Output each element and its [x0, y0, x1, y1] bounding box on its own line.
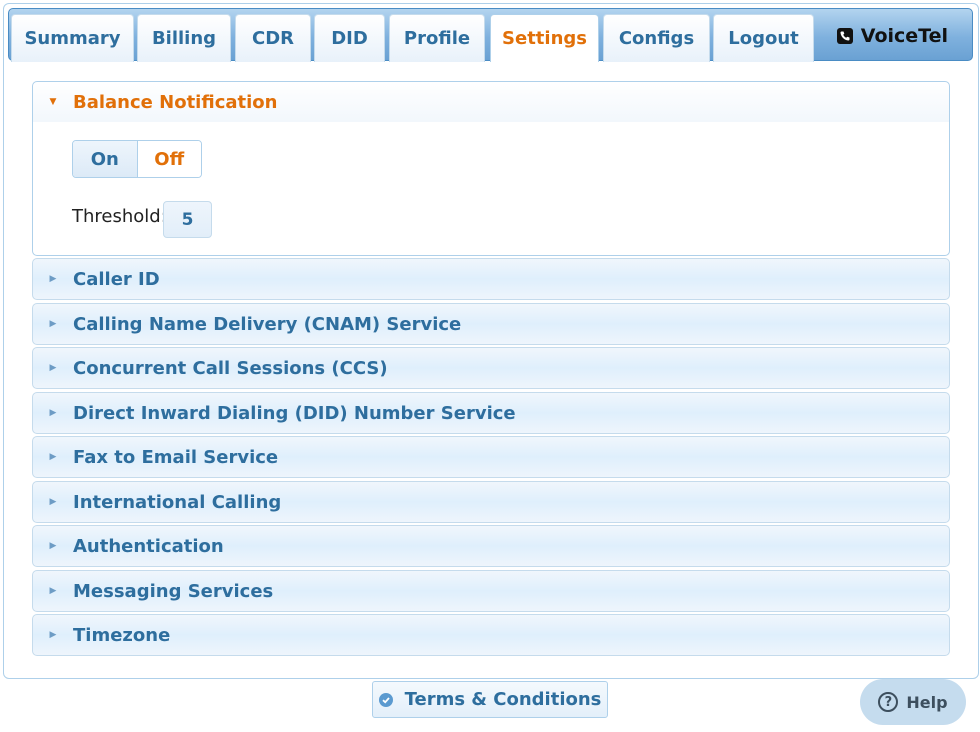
section-fax-to-email[interactable]: ▶ Fax to Email Service [32, 436, 950, 478]
triangle-right-icon: ▶ [49, 274, 57, 284]
section-did-number-service[interactable]: ▶ Direct Inward Dialing (DID) Number Ser… [32, 392, 950, 434]
section-title: Calling Name Delivery (CNAM) Service [73, 313, 462, 335]
section-messaging-services[interactable]: ▶ Messaging Services [32, 570, 950, 612]
section-authentication[interactable]: ▶ Authentication [32, 525, 950, 567]
tab-logout[interactable]: Logout [713, 14, 814, 62]
tab-profile[interactable]: Profile [389, 14, 485, 62]
triangle-right-icon: ▶ [49, 408, 57, 418]
balance-notification-toggle: On Off [72, 140, 202, 178]
section-title: Authentication [73, 535, 224, 557]
triangle-right-icon: ▶ [49, 586, 57, 596]
section-balance-notification[interactable]: ▼ Balance Notification [32, 81, 950, 123]
top-navigation: Summary Billing CDR DID Profile Settings… [8, 8, 973, 62]
triangle-right-icon: ▶ [49, 363, 57, 373]
tab-configs[interactable]: Configs [603, 14, 710, 62]
tab-settings[interactable]: Settings [490, 14, 599, 62]
section-caller-id[interactable]: ▶ Caller ID [32, 258, 950, 300]
tab-cdr[interactable]: CDR [235, 14, 311, 62]
section-title: Fax to Email Service [73, 446, 279, 468]
section-title: International Calling [73, 491, 282, 513]
brand-name: VoiceTel [860, 25, 948, 47]
toggle-off-button[interactable]: Off [137, 141, 201, 177]
tab-did[interactable]: DID [314, 14, 385, 62]
terms-label: Terms & Conditions [404, 689, 602, 710]
triangle-down-icon: ▼ [49, 97, 57, 107]
question-circle-icon: ? [878, 692, 899, 712]
section-cnam[interactable]: ▶ Calling Name Delivery (CNAM) Service [32, 303, 950, 345]
toggle-on-button[interactable]: On [73, 141, 138, 177]
help-button[interactable]: ? Help [860, 679, 966, 725]
check-circle-icon [378, 692, 393, 707]
section-title: Caller ID [73, 268, 160, 290]
threshold-label: Threshold: [72, 206, 167, 227]
tab-summary[interactable]: Summary [11, 14, 134, 62]
threshold-input[interactable]: 5 [163, 201, 212, 238]
triangle-right-icon: ▶ [49, 630, 57, 640]
brand: VoiceTel [836, 23, 948, 49]
triangle-right-icon: ▶ [49, 541, 57, 551]
triangle-right-icon: ▶ [49, 497, 57, 507]
section-ccs[interactable]: ▶ Concurrent Call Sessions (CCS) [32, 347, 950, 389]
triangle-right-icon: ▶ [49, 319, 57, 329]
help-label: Help [906, 692, 948, 712]
section-title: Direct Inward Dialing (DID) Number Servi… [73, 402, 516, 424]
phone-icon [836, 28, 853, 44]
triangle-right-icon: ▶ [49, 452, 57, 462]
tab-billing[interactable]: Billing [137, 14, 231, 62]
section-title: Messaging Services [73, 580, 274, 602]
section-international-calling[interactable]: ▶ International Calling [32, 481, 950, 523]
section-title: Concurrent Call Sessions (CCS) [73, 357, 388, 379]
balance-notification-content: On Off Threshold: 5 [32, 122, 950, 256]
section-title: Timezone [73, 624, 171, 646]
section-timezone[interactable]: ▶ Timezone [32, 614, 950, 656]
section-title: Balance Notification [73, 91, 278, 113]
terms-and-conditions-button[interactable]: Terms & Conditions [372, 681, 608, 718]
